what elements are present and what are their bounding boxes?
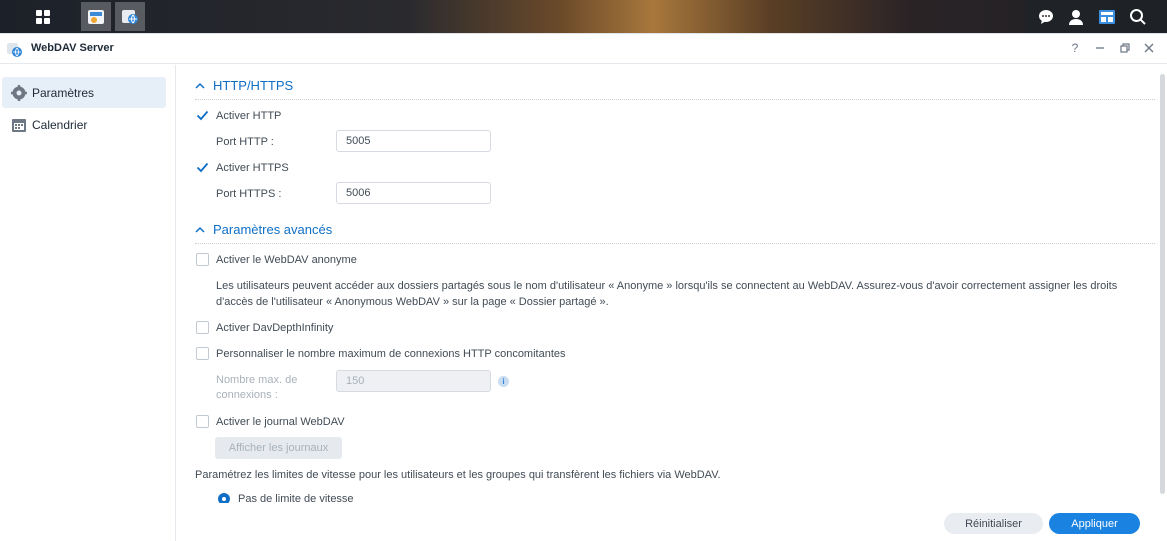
search-icon [1130, 8, 1146, 25]
enable-https-label: Activer HTTPS [216, 161, 289, 174]
max-connections-value: 150 [346, 375, 365, 387]
enable-http-checkbox[interactable] [196, 109, 209, 122]
minimize-icon [1096, 47, 1104, 49]
main-menu-button[interactable] [28, 2, 58, 31]
enable-http-row[interactable]: Activer HTTP [196, 109, 281, 122]
anonymous-desc-line: d'accès de l'utilisateur « Anonymous Web… [216, 296, 609, 308]
anonymous-row[interactable]: Activer le WebDAV anonyme [196, 253, 357, 266]
restore-icon [1120, 43, 1130, 53]
webdav-window: WebDAV Server ? Paramètres Calendrier HT… [0, 33, 1167, 541]
help-icon: ? [1071, 41, 1079, 55]
enable-https-row[interactable]: Activer HTTPS [196, 161, 289, 174]
user-icon [1069, 9, 1083, 25]
help-button[interactable]: ? [1067, 40, 1083, 56]
port-http-input[interactable]: 5005 [336, 130, 491, 152]
user-button[interactable] [1061, 2, 1091, 31]
grid-icon [36, 9, 50, 24]
port-https-value: 5006 [346, 187, 371, 199]
calendar-icon [12, 118, 26, 132]
enable-http-label: Activer HTTP [216, 109, 282, 122]
webdav-app-icon [122, 9, 138, 24]
sidebar-item-calendrier[interactable]: Calendrier [2, 109, 166, 140]
depth-infinity-label: Activer DavDepthInfinity [216, 321, 334, 334]
checkmark-icon [196, 162, 209, 173]
taskbar [0, 0, 1167, 33]
max-connections-field-label-line: connexions : [216, 389, 278, 401]
widgets-button[interactable] [1092, 2, 1122, 31]
anonymous-checkbox[interactable] [196, 253, 209, 266]
minimize-button[interactable] [1092, 40, 1108, 56]
reset-button[interactable]: Réinitialiser [944, 513, 1043, 534]
taskbar-tray [1025, 0, 1167, 33]
anonymous-desc-line: Les utilisateurs peuvent accéder aux dos… [216, 280, 1118, 292]
sidebar-item-label: Paramètres [32, 85, 95, 100]
depth-infinity-row[interactable]: Activer DavDepthInfinity [196, 321, 333, 334]
widgets-icon [1099, 9, 1115, 24]
enable-https-checkbox[interactable] [196, 161, 209, 174]
speed-limit-description: Paramétrez les limites de vitesse pour l… [195, 469, 721, 481]
window-titlebar[interactable]: WebDAV Server ? [0, 34, 1167, 64]
close-button[interactable] [1141, 40, 1157, 56]
max-connections-row[interactable]: Personnaliser le nombre maximum de conne… [196, 347, 566, 360]
apply-button[interactable]: Appliquer [1049, 513, 1140, 534]
section-http-header[interactable]: HTTP/HTTPS [195, 78, 293, 93]
port-https-input[interactable]: 5006 [336, 182, 491, 204]
no-speed-limit-label: Pas de limite de vitesse [238, 493, 354, 503]
section-title: Paramètres avancés [213, 222, 333, 237]
gear-icon [11, 84, 27, 101]
section-divider [195, 99, 1155, 100]
sidebar-item-parametres[interactable]: Paramètres [2, 77, 166, 108]
no-speed-limit-radio[interactable] [218, 493, 230, 503]
chat-button[interactable] [1031, 2, 1061, 31]
port-https-label: Port HTTPS : [216, 188, 282, 200]
port-http-value: 5005 [346, 135, 371, 147]
taskbar-app-control-panel[interactable] [81, 2, 111, 31]
sidebar: Paramètres Calendrier [0, 65, 176, 541]
restore-button[interactable] [1117, 40, 1133, 56]
control-panel-icon [88, 9, 104, 24]
max-connections-field-label: Nombre max. de connexions : [216, 373, 297, 403]
anonymous-label: Activer le WebDAV anonyme [216, 253, 357, 266]
section-divider [195, 243, 1155, 244]
section-advanced-header[interactable]: Paramètres avancés [195, 222, 332, 237]
max-connections-checkbox[interactable] [196, 347, 209, 360]
chevron-up-icon [195, 226, 205, 233]
no-speed-limit-row[interactable]: Pas de limite de vitesse [218, 493, 354, 503]
checkmark-icon [196, 110, 209, 121]
log-label: Activer le journal WebDAV [216, 415, 345, 428]
depth-infinity-checkbox[interactable] [196, 321, 209, 334]
chevron-up-icon [195, 82, 205, 89]
max-connections-label: Personnaliser le nombre maximum de conne… [216, 347, 566, 360]
webdav-app-icon [7, 43, 22, 57]
settings-content: HTTP/HTTPS Activer HTTP Port HTTP : 5005… [177, 65, 1167, 503]
sidebar-item-label: Calendrier [32, 117, 88, 132]
max-connections-field-label-line: Nombre max. de [216, 374, 298, 386]
footer: Réinitialiser Appliquer [177, 503, 1167, 541]
taskbar-app-webdav[interactable] [115, 2, 145, 31]
info-icon[interactable]: i [498, 376, 509, 387]
window-title: WebDAV Server [31, 42, 114, 54]
chat-icon [1039, 9, 1053, 24]
port-http-label: Port HTTP : [216, 136, 274, 148]
scrollbar[interactable] [1160, 74, 1165, 494]
search-button[interactable] [1123, 2, 1153, 31]
close-icon [1144, 43, 1154, 53]
log-checkbox[interactable] [196, 415, 209, 428]
log-row[interactable]: Activer le journal WebDAV [196, 415, 345, 428]
anonymous-description: Les utilisateurs peuvent accéder aux dos… [216, 278, 1156, 310]
show-logs-button[interactable]: Afficher les journaux [215, 437, 342, 459]
section-title: HTTP/HTTPS [213, 78, 294, 93]
max-connections-input[interactable]: 150 [336, 370, 491, 392]
